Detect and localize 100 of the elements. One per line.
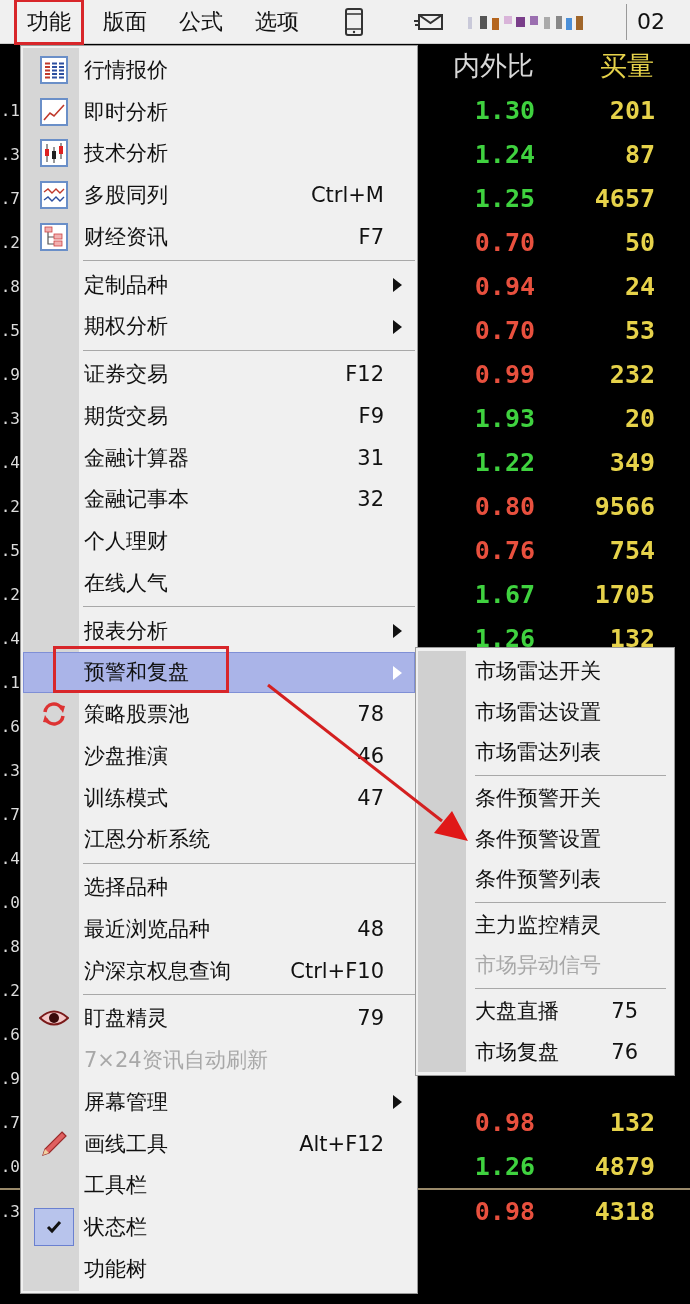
table-cell: .3 [0,408,20,428]
table-cell-text: 0.99 [473,359,535,389]
wave-chart-icon [40,181,68,210]
table-cell-text: 4879 [593,1151,655,1181]
table-cell: .4 [0,628,20,648]
table-cell-text: 0.94 [473,271,535,301]
menu-item[interactable]: 市场雷达开关 [418,651,672,692]
menu-item[interactable]: 大盘直播 75 [418,990,672,1032]
menu-item[interactable]: 行情报价 [23,49,415,91]
menu-item[interactable]: 条件预警开关 [418,777,672,819]
submenu-arrow-icon [393,319,402,334]
table-icon [40,55,68,84]
table-cell: .5 [0,320,20,340]
table-cell-text: 0.98 [473,1107,535,1137]
table-cell-text: 232 [608,359,655,389]
table-cell: .1 [0,100,20,120]
menu-item[interactable]: 财经资讯 F7 [23,216,415,258]
menu-item[interactable]: 报表分析 [23,609,415,652]
submenu-arrow-icon [393,665,402,680]
table-cell: .4 [0,848,20,868]
table-cell: .3 [0,144,20,164]
table-cell: .2 [0,584,20,604]
menu-item[interactable]: 选择品种 [23,866,415,908]
menu-bar-item[interactable]: 版面 [90,0,160,45]
table-cell: .3 [0,760,20,780]
submenu-arrow-icon [393,1095,402,1109]
table-cell-text: 0.70 [473,227,535,257]
table-cell: .8 [0,936,20,956]
table-cell: .0 [0,892,20,912]
table-cell: .2 [0,232,20,252]
menu-item[interactable]: 金融记事本 32 [23,478,415,521]
table-cell: .9 [0,364,20,384]
menu-item[interactable]: 证券交易 F12 [23,353,415,395]
table-cell: .6 [0,1024,20,1044]
table-cell-text: 0.80 [473,491,535,521]
line-chart-icon [40,97,68,126]
table-cell-text: 1.30 [473,95,535,125]
table-cell-text: 0.70 [473,315,535,345]
table-cell-text: 754 [608,535,655,565]
table-cell-text: 50 [623,227,655,257]
table-cell: .4 [0,452,20,472]
menu-item[interactable]: 画线工具 Alt+F12 [23,1122,415,1165]
phone-icon[interactable] [344,7,364,36]
table-cell-text: 1.26 [473,623,535,653]
table-cell-text: 349 [608,447,655,477]
submenu-arrow-icon [393,277,402,292]
table-cell-text: 4318 [593,1196,655,1226]
menu-item[interactable]: 屏幕管理 [23,1081,415,1123]
menu-item[interactable]: 在线人气 [23,562,415,604]
column-header: 内外比 [452,49,534,83]
menu-item[interactable]: 技术分析 [23,132,415,175]
table-cell: .5 [0,540,20,560]
column-header: 买量 [599,49,654,83]
menu-item[interactable]: 多股同列 Ctrl+M [23,174,415,216]
table-cell-text: 20 [623,403,655,433]
menu-item[interactable]: 功能树 [23,1248,415,1290]
menu-bar-item[interactable]: 公式 [166,0,236,45]
menu-item[interactable]: 市场复盘 76 [418,1031,672,1072]
table-cell: .2 [0,496,20,516]
menu-item[interactable]: 状态栏 [23,1206,415,1248]
menu-item[interactable]: 定制品种 [23,263,415,306]
table-cell-text: 1.25 [473,183,535,213]
menu-bar-item[interactable]: 选项 [242,0,312,45]
menu-item[interactable]: 市场雷达列表 [418,732,672,773]
menu-item[interactable]: 训练模式 47 [23,776,415,819]
menu-item[interactable]: 期货交易 F9 [23,395,415,437]
menu-item[interactable]: 盯盘精灵 79 [23,997,415,1040]
table-cell-text: 24 [623,271,655,301]
table-cell: .8 [0,276,20,296]
table-cell: .0 [0,1156,20,1176]
menu-item[interactable]: 条件预警列表 [418,858,672,900]
table-cell: .3 [0,1201,20,1221]
table-cell-text: 0.98 [473,1196,535,1226]
table-cell: .7 [0,804,20,824]
menu-item[interactable]: 最近浏览品种 48 [23,908,415,950]
table-cell: .7 [0,1112,20,1132]
menu-item[interactable]: 主力监控精灵 [418,904,672,946]
table-cell-text: 1705 [593,579,655,609]
menu-item[interactable]: 个人理财 [23,520,415,562]
table-cell: .6 [0,716,20,736]
table-cell-text: 1.26 [473,1151,535,1181]
menu-item[interactable]: 江恩分析系统 [23,818,415,861]
menu-item[interactable]: 预警和复盘 [23,651,415,694]
table-cell-text: 132 [608,623,655,653]
table-cell-text: 1.22 [473,447,535,477]
menu-item[interactable]: 期权分析 [23,305,415,348]
refresh-icon [40,701,68,728]
table-cell-text: 1.24 [473,139,535,169]
menu-item[interactable]: 工具栏 [23,1164,415,1207]
menu-item[interactable]: 市场雷达设置 [418,691,672,733]
table-cell-text: 0.76 [473,535,535,565]
mail-icon[interactable] [414,11,444,32]
table-cell-text: 53 [623,315,655,345]
menu-item[interactable]: 即时分析 [23,90,415,133]
menu-item[interactable]: 条件预警设置 [418,818,672,859]
menu-item[interactable]: 策略股票池 78 [23,693,415,735]
menu-item[interactable]: 金融计算器 31 [23,436,415,479]
pencil-icon [40,1129,68,1158]
tree-icon [40,222,68,251]
menu-item[interactable]: 沪深京权息查询 Ctrl+F10 [23,949,415,992]
